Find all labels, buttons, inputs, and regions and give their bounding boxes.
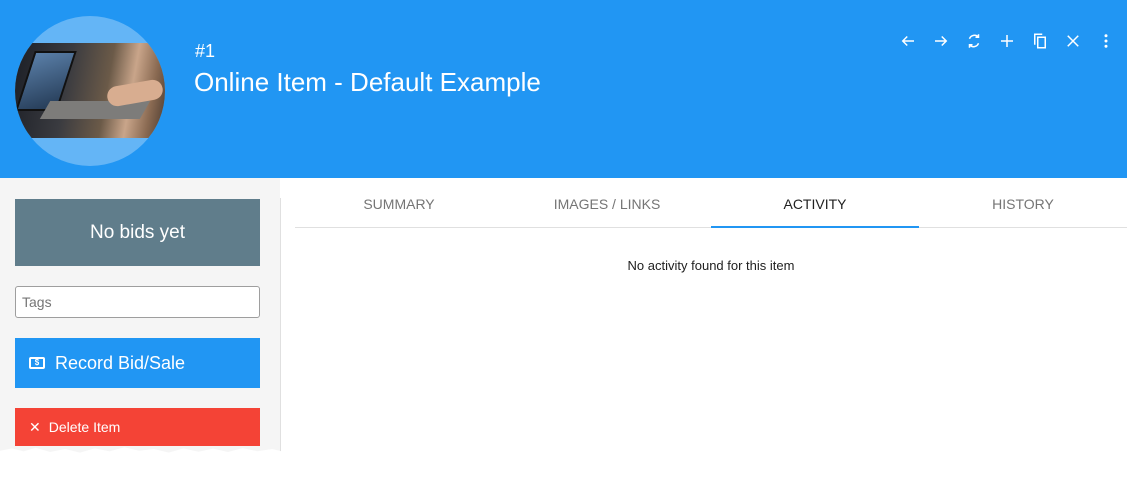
tab-images-links[interactable]: IMAGES / LINKS: [503, 180, 711, 227]
record-bid-sale-button[interactable]: $ Record Bid/Sale: [15, 338, 260, 388]
tab-summary[interactable]: SUMMARY: [295, 180, 503, 227]
item-photo: [15, 43, 165, 138]
close-icon: ✕: [29, 418, 41, 435]
copy-icon[interactable]: [1027, 28, 1053, 54]
add-icon[interactable]: [994, 28, 1020, 54]
sidebar-divider: [280, 198, 281, 455]
tags-input[interactable]: [15, 286, 260, 318]
empty-activity-message: No activity found for this item: [627, 258, 795, 273]
item-number: #1: [195, 41, 216, 61]
header-actions: [895, 28, 1119, 54]
item-avatar: [15, 16, 165, 166]
record-bid-sale-label: Record Bid/Sale: [55, 352, 186, 373]
tab-activity[interactable]: ACTIVITY: [711, 180, 919, 228]
item-title: Online Item - Default Example: [194, 67, 541, 97]
delete-item-label: Delete Item: [48, 419, 121, 435]
bids-status-panel: No bids yet: [15, 199, 260, 266]
arrow-left-icon[interactable]: [895, 28, 921, 54]
more-vert-icon[interactable]: [1093, 28, 1119, 54]
tab-history[interactable]: HISTORY: [919, 180, 1127, 227]
item-header: #1 Online Item - Default Example: [0, 0, 1127, 178]
bids-status-text: No bids yet: [89, 221, 186, 243]
arrow-right-icon[interactable]: [928, 28, 954, 54]
delete-item-button[interactable]: ✕ Delete Item: [15, 408, 260, 446]
refresh-icon[interactable]: [961, 28, 987, 54]
close-icon[interactable]: [1060, 28, 1086, 54]
money-icon: $: [29, 357, 45, 369]
item-tabs: SUMMARY IMAGES / LINKS ACTIVITY HISTORY: [295, 180, 1127, 228]
